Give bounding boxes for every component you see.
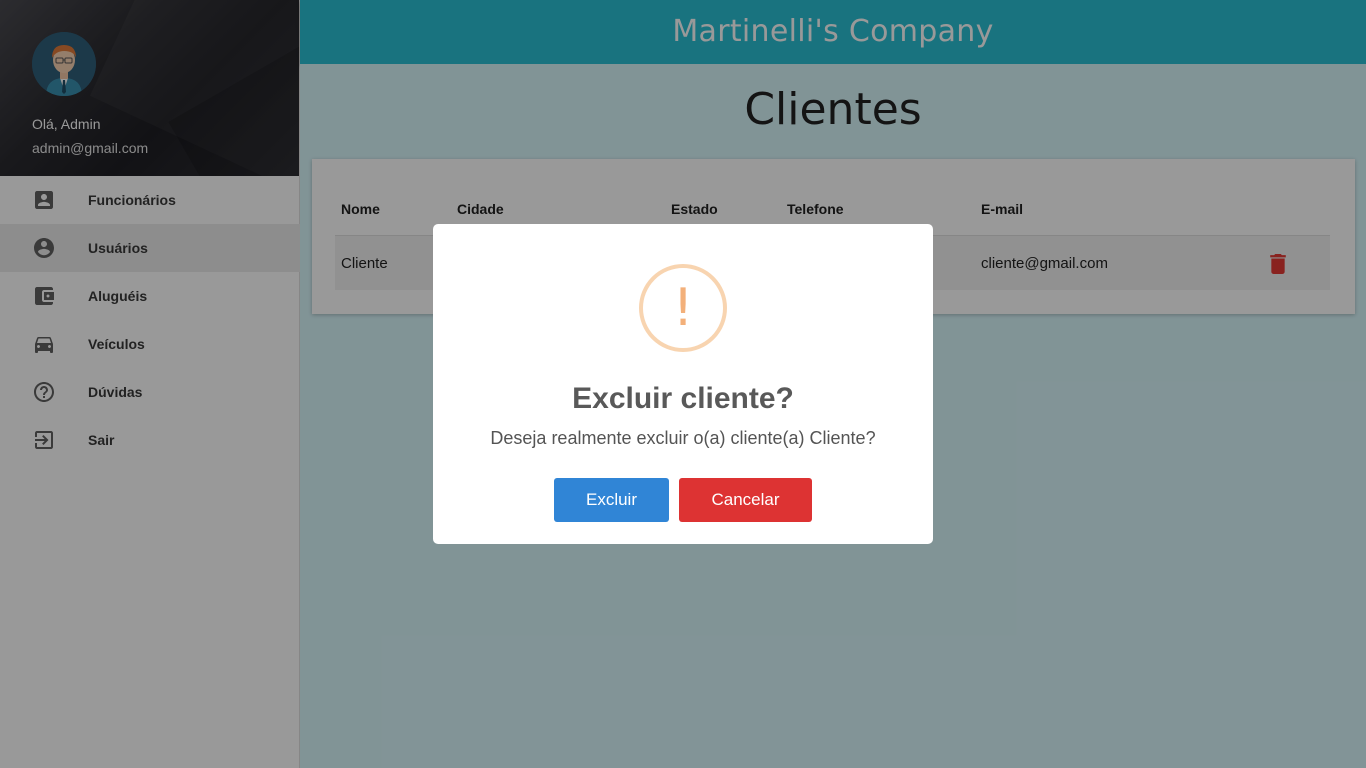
warning-icon: !	[639, 264, 727, 352]
cancel-button[interactable]: Cancelar	[679, 478, 812, 522]
dialog-title: Excluir cliente?	[572, 382, 794, 415]
dialog-message: Deseja realmente excluir o(a) cliente(a)…	[490, 428, 876, 448]
confirm-delete-button[interactable]: Excluir	[554, 478, 669, 522]
confirm-delete-dialog: ! Excluir cliente? Deseja realmente excl…	[433, 224, 933, 544]
warning-mark: !	[672, 278, 694, 338]
